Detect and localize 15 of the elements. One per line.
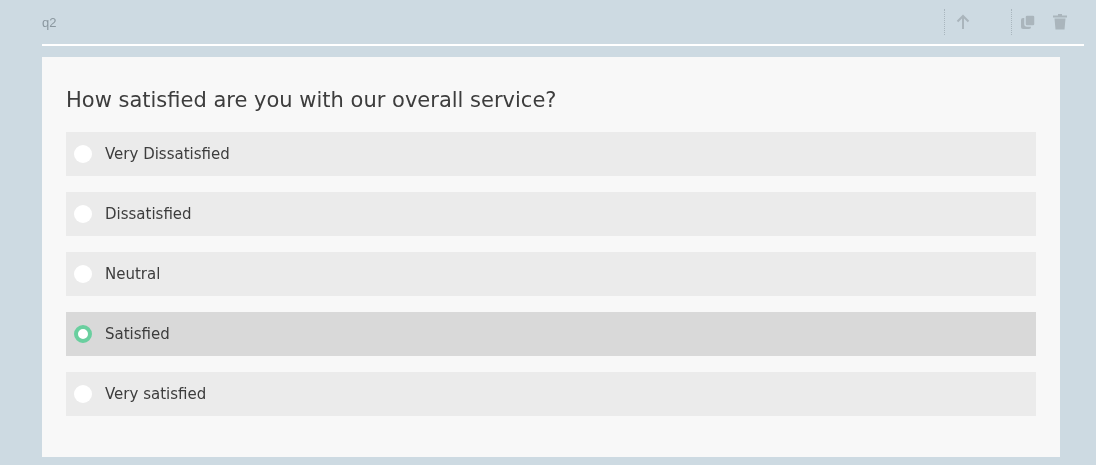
option-label: Very Dissatisfied [105, 145, 230, 163]
question-title: How satisfied are you with our overall service? [66, 87, 558, 114]
answer-option[interactable]: Dissatisfied [66, 192, 1036, 236]
radio-button[interactable] [74, 325, 92, 343]
answer-option[interactable]: Satisfied [66, 312, 1036, 356]
question-id: q2 [42, 14, 58, 30]
option-label: Dissatisfied [105, 205, 192, 223]
answer-option[interactable]: Neutral [66, 252, 1036, 296]
option-label: Neutral [105, 265, 161, 283]
answer-option[interactable]: Very satisfied [66, 372, 1036, 416]
copy-button[interactable] [1018, 12, 1038, 32]
option-label: Satisfied [105, 325, 170, 343]
answer-option[interactable]: Very Dissatisfied [66, 132, 1036, 176]
delete-button[interactable] [1050, 12, 1070, 32]
option-label: Very satisfied [105, 385, 207, 403]
